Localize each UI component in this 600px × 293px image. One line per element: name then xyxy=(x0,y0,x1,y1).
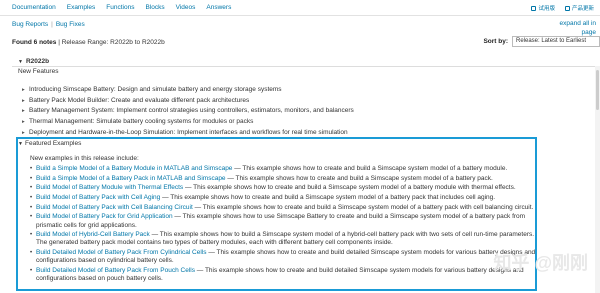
tab-examples[interactable]: Examples xyxy=(67,4,96,11)
sort-select[interactable]: Release: Latest to Earliest xyxy=(512,36,600,47)
example-desc: — This example shows how to create and b… xyxy=(225,174,493,182)
example-link[interactable]: Build Detailed Model of Battery Pack Fro… xyxy=(36,267,195,274)
new-features-label: New Features xyxy=(18,68,59,75)
release-heading[interactable]: ▼ R2022b xyxy=(18,58,49,65)
trial-link[interactable]: 试用版 xyxy=(531,4,555,12)
list-item: Build a Simple Model of a Battery Pack i… xyxy=(30,175,538,183)
example-desc: — This example shows how to create and b… xyxy=(160,194,496,202)
example-link[interactable]: Build Model of Battery Module with Therm… xyxy=(36,184,183,191)
example-link[interactable]: Build a Simple Model of a Battery Module… xyxy=(36,165,232,172)
example-desc: — This example shows how to create and b… xyxy=(232,165,508,172)
updates-label: 产品更新 xyxy=(571,6,594,12)
list-item: Build Detailed Model of Battery Pack Fro… xyxy=(30,249,538,265)
sort-control: Sort by: Release: Latest to Earliest xyxy=(483,36,600,47)
list-item: Build Model of Battery Pack with Cell Ba… xyxy=(30,204,538,212)
top-navigation: Documentation Examples Functions Blocks … xyxy=(0,0,600,16)
release-range: | Release Range: R2022b to R2022b xyxy=(58,39,165,46)
tab-blocks[interactable]: Blocks xyxy=(145,4,164,11)
feature-label: Battery Pack Model Builder: Create and e… xyxy=(29,96,250,104)
collapse-triangle-icon: ▼ xyxy=(18,141,23,147)
results-summary: Found 6 notes | Release Range: R2022b to… xyxy=(12,39,165,46)
featured-examples-heading[interactable]: ▼ Featured Examples xyxy=(18,140,81,147)
featured-intro: New examples in this release include: xyxy=(30,155,139,162)
example-link[interactable]: Build Model of Battery Pack with Cell Ba… xyxy=(36,204,193,211)
found-count: Found 6 notes xyxy=(12,39,57,46)
scrollbar-thumb[interactable] xyxy=(596,70,599,110)
example-link[interactable]: Build Model of Battery Pack with Cell Ag… xyxy=(36,194,160,201)
featured-title: Featured Examples xyxy=(25,140,82,147)
list-item: Build Model of Battery Pack with Cell Ag… xyxy=(30,194,538,202)
scrollbar[interactable] xyxy=(595,66,600,293)
trial-label: 试用版 xyxy=(538,6,555,12)
divider xyxy=(12,66,595,67)
tab-functions[interactable]: Functions xyxy=(106,4,134,11)
expand-all-line1[interactable]: expand all in xyxy=(560,19,597,28)
feature-item[interactable]: ▸ Introducing Simscape Battery: Design an… xyxy=(22,85,582,96)
download-icon xyxy=(531,5,537,11)
bug-reports-link[interactable]: Bug Reports xyxy=(12,21,48,28)
bug-fixes-link[interactable]: Bug Fixes xyxy=(56,21,85,28)
feature-label: Thermal Management: Simulate battery coo… xyxy=(29,118,254,126)
release-title: R2022b xyxy=(25,58,50,65)
expand-arrow-icon: ▸ xyxy=(22,87,25,93)
report-links: Bug Reports | Bug Fixes xyxy=(12,21,85,28)
example-link[interactable]: Build Model of Hybrid-Cell Battery Pack xyxy=(36,231,150,238)
feature-item[interactable]: ▸ Battery Management System: Implement co… xyxy=(22,106,582,117)
list-item: Build Model of Hybrid-Cell Battery Pack … xyxy=(30,231,538,247)
list-item: Build a Simple Model of a Battery Module… xyxy=(30,165,538,173)
feature-label: Battery Management System: Implement con… xyxy=(29,107,354,115)
sort-label: Sort by: xyxy=(483,38,508,45)
tab-answers[interactable]: Answers xyxy=(206,4,231,11)
link-separator: | xyxy=(51,21,53,28)
collapse-triangle-icon: ▼ xyxy=(18,59,23,65)
example-desc: — This example shows how to create and b… xyxy=(183,184,516,192)
expand-arrow-icon: ▸ xyxy=(22,97,25,104)
nav-tabs: Documentation Examples Functions Blocks … xyxy=(12,4,231,11)
tab-documentation[interactable]: Documentation xyxy=(12,4,56,11)
watermark-text: 知乎 @刚刚 xyxy=(493,253,588,273)
feature-label: Introducing Simscape Battery: Design and… xyxy=(29,86,282,93)
example-list: Build a Simple Model of a Battery Module… xyxy=(30,165,538,285)
tab-videos[interactable]: Videos xyxy=(176,4,196,11)
refresh-icon xyxy=(564,5,570,11)
feature-list: ▸ Introducing Simscape Battery: Design an… xyxy=(22,85,582,138)
example-link[interactable]: Build a Simple Model of a Battery Pack i… xyxy=(36,175,226,182)
feature-item[interactable]: ▸ Battery Pack Model Builder: Create and … xyxy=(22,96,582,107)
feature-item[interactable]: ▸ Thermal Management: Simulate battery co… xyxy=(22,117,582,128)
example-link[interactable]: Build Detailed Model of Battery Pack Fro… xyxy=(36,249,207,256)
expand-arrow-icon: ▸ xyxy=(22,119,25,126)
watermark: 知乎 @刚刚 xyxy=(493,249,588,275)
example-link[interactable]: Build Model of Battery Pack for Grid App… xyxy=(36,213,173,220)
list-item: Build Detailed Model of Battery Pack Fro… xyxy=(30,267,538,283)
featured-examples-panel: ▼ Featured Examples New examples in this … xyxy=(16,137,537,291)
example-desc: — This example shows how to create and b… xyxy=(192,203,534,211)
updates-link[interactable]: 产品更新 xyxy=(564,4,594,12)
expand-all[interactable]: expand all in page xyxy=(560,19,597,37)
list-item: Build Model of Battery Pack for Grid App… xyxy=(30,213,538,229)
expand-arrow-icon: ▸ xyxy=(22,108,25,115)
list-item: Build Model of Battery Module with Therm… xyxy=(30,184,538,192)
nav-right: 试用版 产品更新 xyxy=(531,4,594,12)
